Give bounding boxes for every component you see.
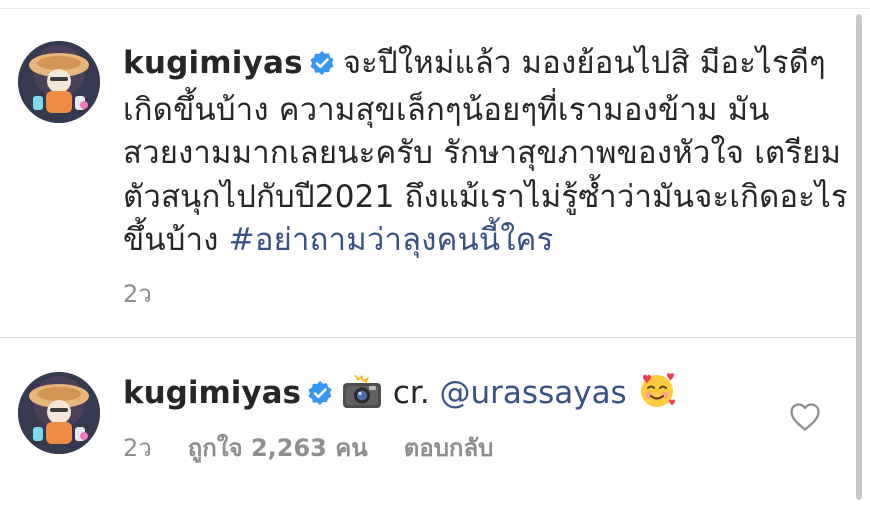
comment-username[interactable]: kugimiyas (123, 375, 301, 411)
comment-prefix: cr. (392, 375, 440, 411)
camera-flash-emoji (341, 374, 383, 422)
verified-badge-icon (309, 45, 335, 89)
caption-text: kugimiyas จะปีใหม่แล้ว มองย้อนไปสิ มีอะไร… (123, 42, 848, 263)
avatar-image (18, 41, 100, 123)
avatar[interactable] (18, 41, 100, 123)
caption-hashtag[interactable]: #อย่าถามว่าลุงคนนี้ใคร (229, 222, 554, 258)
comment-avatar[interactable] (18, 372, 100, 454)
comment-text: kugimiyas cr. @urassayas (123, 370, 677, 422)
comment-time: 2ว (123, 434, 152, 462)
comment-avatar-image (18, 372, 100, 454)
comment-meta: 2ว ถูกใจ 2,263 คน ตอบกลับ (123, 428, 529, 467)
top-divider (0, 8, 870, 9)
section-divider (0, 337, 856, 338)
comment-likes[interactable]: ถูกใจ 2,263 คน (188, 434, 368, 462)
verified-badge-icon (307, 375, 333, 418)
scrollbar[interactable] (856, 14, 862, 500)
heart-outline-icon[interactable] (789, 402, 821, 436)
reply-button[interactable]: ตอบกลับ (404, 434, 494, 462)
caption-time: 2ว (123, 280, 152, 308)
caption-username[interactable]: kugimiyas (123, 45, 303, 81)
smiling-face-with-hearts-emoji (637, 370, 677, 422)
comment-mention[interactable]: @urassayas (440, 375, 627, 411)
comments-view: kugimiyas จะปีใหม่แล้ว มองย้อนไปสิ มีอะไร… (0, 0, 870, 509)
